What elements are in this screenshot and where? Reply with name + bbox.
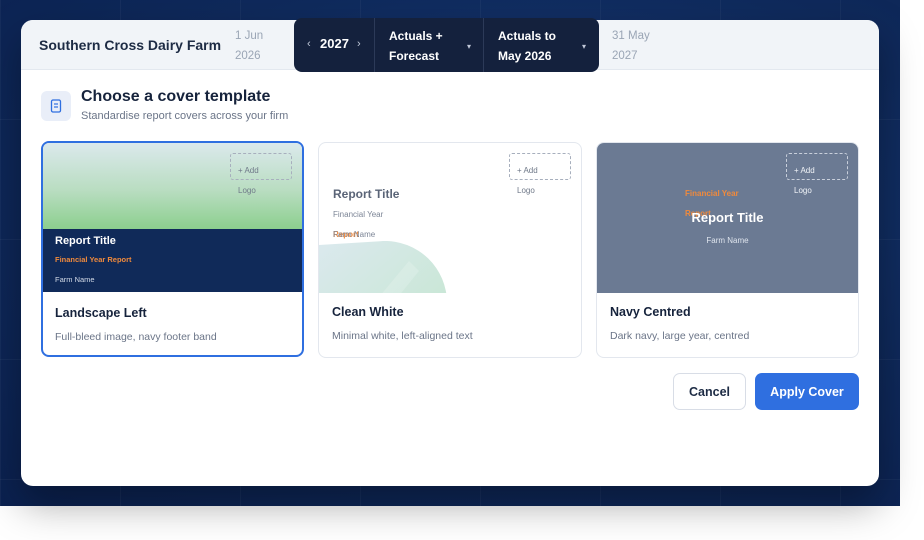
year-value: 2027 [320,36,349,51]
apply-cover-button[interactable]: Apply Cover [755,373,859,410]
year-stepper: ‹ 2027 › [294,18,375,72]
preview-report-title: Report Title [55,235,116,247]
decorative-arc-shape [319,241,447,293]
navy-footer-band: Report Title Financial Year Report Farm … [43,229,302,292]
template-name: Clean White [332,305,404,319]
preview-fy-report: Financial Year Report [55,255,132,264]
cover-template-modal: Southern Cross Dairy Farm 1 Jun 2026 ‹ 2… [21,18,879,486]
preview-financial-year: Financial Year [685,189,739,198]
cancel-button[interactable]: Cancel [673,373,746,410]
template-preview: + Add Logo Report Title Financial Year R… [43,143,302,292]
preview-report-title: Report Title [691,210,764,225]
chevron-down-icon: ▾ [467,42,472,51]
add-logo-placeholder: + Add Logo [509,153,571,195]
period-start-date: 1 Jun 2026 [235,30,264,62]
farm-name: Southern Cross Dairy Farm [39,37,222,53]
preview-farm-name: Farm Name [706,236,749,245]
add-logo-placeholder: + Add Logo [230,153,292,195]
template-preview: + Add Logo Financial Year Report Report … [597,143,858,293]
template-card-clean-white[interactable]: + Add Logo Report Title Financial Year R… [318,142,582,358]
chevron-down-icon: ▾ [582,42,587,51]
template-description: Dark navy, large year, centred [610,330,750,342]
modal-subtitle: Standardise report covers across your fi… [81,110,289,122]
report-period-bar: Southern Cross Dairy Farm 1 Jun 2026 ‹ 2… [21,18,879,72]
template-description: Full-bleed image, navy footer band [55,331,217,343]
preview-farm-name: Farm Name [55,275,95,284]
period-selector: ‹ 2027 › Actuals + Forecast ▾ Actuals to… [294,18,599,72]
period-end-date: 31 May 2027 [612,30,650,62]
template-description: Minimal white, left-aligned text [332,330,473,342]
chevron-right-icon[interactable]: › [357,38,361,50]
preview-financial-year: Financial Year [333,210,384,219]
template-card-landscape-left[interactable]: + Add Logo Report Title Financial Year R… [41,141,304,357]
template-preview: + Add Logo Report Title Financial Year R… [319,143,581,293]
template-name: Landscape Left [55,306,147,320]
chevron-left-icon[interactable]: ‹ [307,38,311,50]
modal-title: Choose a cover template [81,88,271,105]
document-icon [41,91,71,121]
template-name: Navy Centred [610,305,691,319]
add-logo-placeholder: + Add Logo [786,153,848,195]
preview-farm-name: Farm Name [333,230,376,239]
basis-dropdown[interactable]: Actuals + Forecast ▾ [375,18,484,72]
template-card-navy-centred[interactable]: + Add Logo Financial Year Report Report … [596,142,859,358]
actuals-to-dropdown[interactable]: Actuals to May 2026 ▾ [484,18,599,72]
preview-report-title: Report Title [333,187,400,201]
